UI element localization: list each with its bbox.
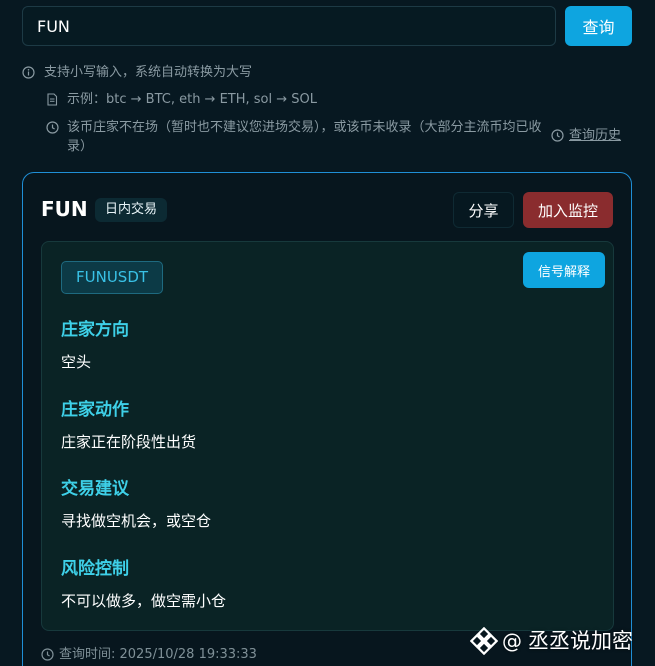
watermark: @ 丞丞说加密 bbox=[470, 624, 633, 658]
binance-logo-icon bbox=[470, 627, 498, 655]
hint-example-text: 示例：btc → BTC, eth → ETH, sol → SOL bbox=[67, 92, 318, 107]
mode-badge: 日内交易 bbox=[95, 198, 168, 222]
section-title-advice: 交易建议 bbox=[61, 479, 129, 499]
hint-lowercase-text: 支持小写输入，系统自动转换为大写 bbox=[44, 65, 253, 80]
search-row: 查询 bbox=[22, 6, 632, 46]
clock-icon bbox=[46, 121, 59, 134]
time-clock-icon bbox=[41, 648, 54, 661]
section-title-risk: 风险控制 bbox=[61, 559, 129, 579]
search-input[interactable] bbox=[22, 6, 556, 46]
page: 查询 支持小写输入，系统自动转换为大写 示例：btc → BTC, eth → … bbox=[0, 0, 655, 666]
section-title-action: 庄家动作 bbox=[61, 400, 129, 420]
document-icon bbox=[47, 93, 58, 106]
section-value-direction: 空头 bbox=[61, 353, 92, 371]
query-history-label: 查询历史 bbox=[569, 128, 622, 143]
hint-example: 示例：btc → BTC, eth → ETH, sol → SOL bbox=[46, 90, 317, 109]
section-value-action: 庄家正在阶段性出货 bbox=[61, 433, 197, 451]
query-time-text: 查询时间: 2025/10/28 19:33:33 bbox=[59, 647, 257, 662]
signal-explain-button[interactable]: 信号解释 bbox=[523, 252, 605, 288]
symbol-title: FUN bbox=[41, 197, 88, 221]
add-monitor-button[interactable]: 加入监控 bbox=[523, 192, 613, 228]
watermark-at: @ bbox=[502, 629, 522, 653]
section-value-risk: 不可以做多，做空需小仓 bbox=[61, 592, 227, 610]
history-clock-icon bbox=[551, 129, 564, 142]
result-card: FUN 日内交易 分享 加入监控 FUNUSDT 信号解释 庄家方向 空头 庄家… bbox=[22, 172, 632, 666]
pair-tag: FUNUSDT bbox=[61, 261, 164, 294]
hint-not-listed: 该币庄家不在场（暂时也不建议您进场交易），或该币未收录（大部分主流币均已收录） bbox=[46, 118, 546, 156]
section-value-advice: 寻找做空机会，或空仓 bbox=[61, 512, 212, 530]
hint-lowercase: 支持小写输入，系统自动转换为大写 bbox=[22, 63, 252, 82]
section-title-direction: 庄家方向 bbox=[61, 320, 129, 340]
query-history-link[interactable]: 查询历史 bbox=[551, 126, 621, 145]
info-icon bbox=[22, 66, 35, 79]
hint-not-listed-text: 该币庄家不在场（暂时也不建议您进场交易），或该币未收录（大部分主流币均已收录） bbox=[67, 120, 542, 154]
query-time: 查询时间: 2025/10/28 19:33:33 bbox=[41, 645, 257, 664]
signal-panel: FUNUSDT 信号解释 庄家方向 空头 庄家动作 庄家正在阶段性出货 交易建议… bbox=[41, 241, 614, 631]
share-button[interactable]: 分享 bbox=[453, 192, 514, 228]
watermark-name: 丞丞说加密 bbox=[528, 629, 633, 653]
search-button[interactable]: 查询 bbox=[565, 6, 632, 46]
